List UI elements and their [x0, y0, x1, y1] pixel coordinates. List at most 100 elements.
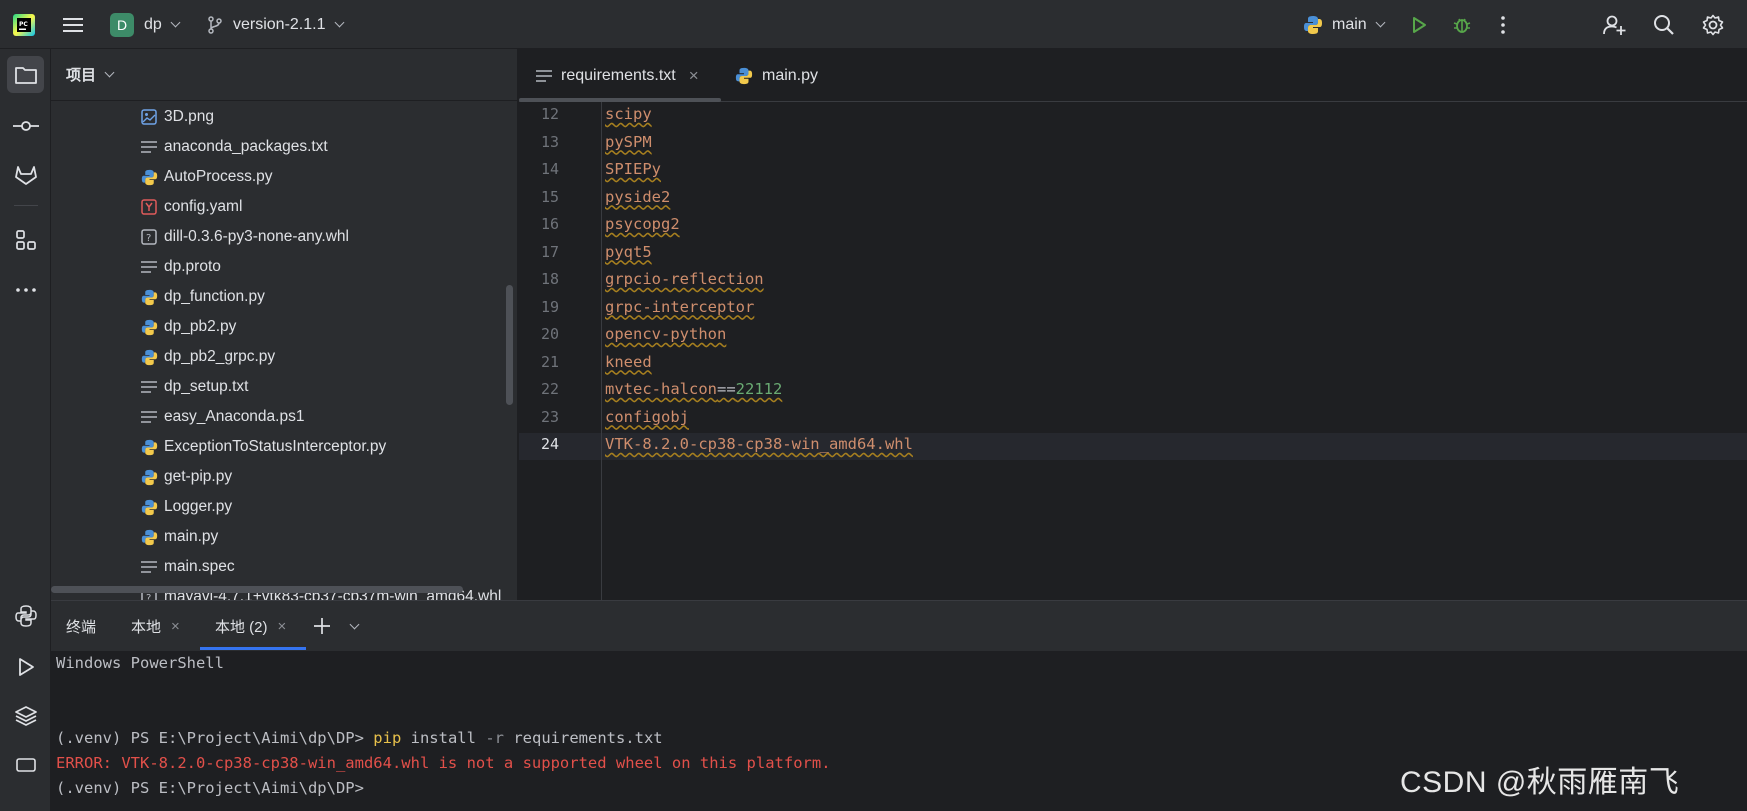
tree-item[interactable]: get-pip.py: [51, 462, 511, 492]
close-icon[interactable]: ×: [171, 618, 180, 635]
project-name: dp: [144, 15, 162, 33]
terminal-command-line: (.venv) PS E:\Project\Aimi\dp\DP> pip in…: [56, 729, 663, 747]
project-panel-header[interactable]: 项目: [51, 49, 517, 101]
line-number: 16: [540, 215, 559, 233]
package-name: pyqt5: [605, 242, 652, 261]
tree-item[interactable]: AutoProcess.py: [51, 162, 511, 192]
package-name: SPIEPy: [605, 160, 661, 178]
run-config-name: main: [1332, 15, 1367, 33]
tree-item[interactable]: ExceptionToStatusInterceptor.py: [51, 432, 511, 462]
terminal-title: 终端: [66, 601, 96, 651]
code-line: opencv-python: [605, 325, 726, 343]
run-config-selector[interactable]: main: [1303, 0, 1386, 49]
terminal-arg: requirements.txt: [513, 729, 663, 747]
tree-item-label: anaconda_packages.txt: [164, 138, 328, 155]
commit-tool-button[interactable]: [7, 107, 44, 144]
tree-item[interactable]: main.spec: [51, 552, 511, 582]
tree-item-label: dill-0.3.6-py3-none-any.whl: [164, 228, 349, 245]
tree-item[interactable]: dp.proto: [51, 252, 511, 282]
tab-local[interactable]: 本地 ×: [131, 601, 180, 651]
terminal-title-text: 终端: [66, 618, 97, 636]
settings-button[interactable]: [1702, 0, 1724, 49]
more-actions-button[interactable]: [1500, 0, 1506, 49]
run-button[interactable]: [1410, 0, 1428, 49]
code-line: pyside2: [605, 188, 670, 206]
terminal-tab-bar: 终端 本地 × 本地 (2) ×: [51, 601, 1747, 651]
tab-local-2[interactable]: 本地 (2) ×: [215, 601, 286, 651]
tree-item[interactable]: dp_pb2.py: [51, 312, 511, 342]
tab-main-py[interactable]: main.py: [735, 49, 818, 102]
structure-icon: [15, 229, 36, 250]
line-number: 13: [540, 132, 559, 151]
python-file-icon: [141, 529, 158, 546]
tree-item[interactable]: config.yaml: [51, 192, 511, 222]
run-icon: [18, 657, 34, 676]
chevron-down-icon: [170, 17, 181, 28]
run-tool-button[interactable]: [7, 648, 44, 685]
add-user-icon: [1603, 15, 1626, 35]
git-branch-icon: [208, 15, 222, 34]
tree-item[interactable]: dp_function.py: [51, 282, 511, 312]
pycharm-logo-icon[interactable]: PC: [13, 0, 35, 49]
tree-item[interactable]: 3D.png: [51, 102, 511, 132]
package-name: mvtec-halcon: [605, 380, 717, 398]
vertical-scrollbar[interactable]: [506, 285, 513, 405]
package-name: VTK-8.2.0-cp38-cp38-win_amd64.whl: [605, 435, 913, 453]
search-button[interactable]: [1653, 0, 1675, 49]
separator: [14, 205, 38, 206]
python-console-tool-button[interactable]: [7, 597, 44, 634]
terminal-arg: install: [410, 729, 476, 747]
editor-tabs: requirements.txt × main.py: [519, 49, 1747, 102]
close-icon[interactable]: ×: [689, 66, 699, 86]
watermark: CSDN @秋雨雁南飞: [1400, 766, 1680, 799]
gitlab-tool-button[interactable]: [7, 156, 44, 193]
python-file-icon: [141, 349, 158, 366]
branch-selector[interactable]: version-2.1.1: [207, 0, 344, 49]
code-line: pySPM: [605, 133, 652, 151]
tab-label: 本地: [131, 618, 162, 636]
svg-text:?: ?: [146, 233, 151, 244]
services-tool-button[interactable]: [7, 697, 44, 734]
package-name: psycopg2: [605, 215, 680, 233]
debug-button[interactable]: [1452, 0, 1472, 49]
more-vertical-icon: [1501, 15, 1505, 34]
tree-item[interactable]: dp_setup.txt: [51, 372, 511, 402]
code-line: grpc-interceptor: [605, 298, 754, 316]
close-icon[interactable]: ×: [278, 618, 287, 635]
chevron-down-icon: [1375, 17, 1386, 28]
more-tools-button[interactable]: [7, 271, 44, 308]
tree-item[interactable]: main.py: [51, 522, 511, 552]
line-number: 14: [540, 160, 559, 178]
code-line: VTK-8.2.0-cp38-cp38-win_amd64.whl: [605, 435, 913, 453]
tool-window-strip: [0, 49, 51, 811]
add-user-button[interactable]: [1603, 0, 1627, 49]
line-number: 21: [540, 352, 559, 371]
project-selector[interactable]: D dp: [110, 0, 181, 49]
terminal-tool-button[interactable]: [7, 746, 44, 783]
tree-item-label: dp_setup.txt: [164, 378, 249, 395]
tree-item-label: AutoProcess.py: [164, 168, 273, 185]
package-name: grpcio-reflection: [605, 270, 764, 288]
tab-requirements[interactable]: requirements.txt ×: [536, 49, 699, 102]
terminal-options-dropdown[interactable]: [347, 601, 360, 651]
tree-item-label: Logger.py: [164, 498, 233, 515]
line-number: 23: [540, 407, 559, 426]
editor: requirements.txt × main.py scipy pySPM SPI…: [519, 49, 1747, 600]
tree-item[interactable]: ? dill-0.3.6-py3-none-any.whl: [51, 222, 511, 252]
more-horizontal-icon: [15, 287, 36, 292]
new-terminal-button[interactable]: [313, 601, 331, 651]
tree-item[interactable]: easy_Anaconda.ps1: [51, 402, 511, 432]
layers-icon: [14, 705, 37, 726]
python-file-icon: [141, 319, 158, 336]
python-console-icon: [14, 604, 37, 627]
terminal-banner: Windows PowerShell: [56, 654, 224, 672]
main-menu-icon[interactable]: [63, 0, 83, 49]
project-tool-button[interactable]: [7, 56, 44, 93]
structure-tool-button[interactable]: [7, 221, 44, 258]
tree-item[interactable]: Logger.py: [51, 492, 511, 522]
tab-label: main.py: [762, 66, 819, 84]
tree-item[interactable]: dp_pb2_grpc.py: [51, 342, 511, 372]
tree-item[interactable]: anaconda_packages.txt: [51, 132, 511, 162]
code-line: configobj: [605, 408, 689, 426]
horizontal-scrollbar[interactable]: [51, 586, 463, 593]
